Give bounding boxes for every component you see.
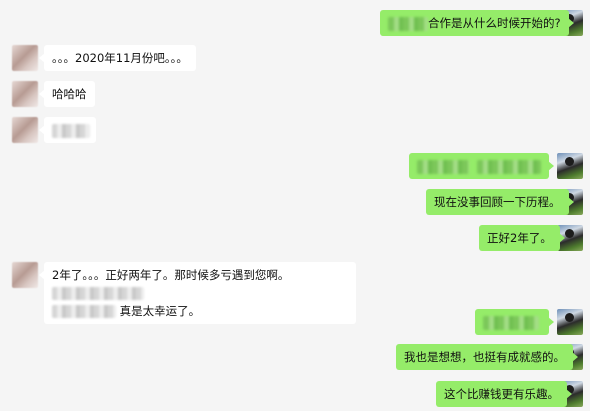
redacted-text	[52, 305, 116, 318]
contact-avatar[interactable]	[12, 262, 38, 288]
chat-message-list[interactable]: 合作是从什么时候开始的? 。。。2020年11月份吧。。。 哈哈哈 现在没事回顾…	[0, 0, 590, 411]
redacted-text	[417, 159, 469, 174]
message-text: 。。。2020年11月份吧。。。	[52, 51, 188, 65]
message-bubble-self[interactable]: 这个比赚钱更有乐趣。	[436, 381, 572, 407]
redacted-text	[52, 287, 144, 300]
message-bubble-self[interactable]: 现在没事回顾一下历程。	[426, 189, 573, 215]
redacted-text	[52, 123, 90, 138]
message-bubble-self[interactable]: 正好2年了。	[479, 225, 565, 251]
message-bubble-other[interactable]: 哈哈哈	[39, 81, 95, 107]
self-avatar[interactable]	[557, 309, 583, 335]
message-text: 正好2年了。	[487, 231, 552, 245]
message-text: 这个比赚钱更有乐趣。	[444, 387, 559, 401]
message-text: 真是太幸运了。	[119, 304, 201, 318]
message-text: 哈哈哈	[52, 87, 87, 101]
message-bubble-other[interactable]: 。。。2020年11月份吧。。。	[39, 45, 196, 71]
message-bubble-self[interactable]	[409, 153, 554, 179]
message-text: 2年了。。。正好两年了。那时候多亏遇到您啊。	[52, 268, 290, 282]
message-text: 合作是从什么时候开始的?	[428, 16, 561, 30]
self-avatar[interactable]	[557, 153, 583, 179]
contact-avatar[interactable]	[12, 45, 38, 71]
redacted-text	[476, 159, 541, 174]
message-text: 现在没事回顾一下历程。	[434, 195, 561, 209]
message-bubble-self[interactable]: 我也是想想，也挺有成就感的。	[396, 344, 578, 370]
message-bubble-self[interactable]	[475, 309, 554, 335]
message-text: 我也是想想，也挺有成就感的。	[404, 350, 565, 364]
contact-avatar[interactable]	[12, 81, 38, 107]
redacted-text	[483, 315, 539, 330]
redacted-text	[388, 16, 428, 31]
message-bubble-self[interactable]: 合作是从什么时候开始的?	[380, 10, 574, 36]
message-bubble-other[interactable]	[39, 117, 96, 143]
contact-avatar[interactable]	[12, 117, 38, 143]
message-bubble-other[interactable]: 2年了。。。正好两年了。那时候多亏遇到您啊。 真是太幸运了。	[39, 262, 356, 324]
